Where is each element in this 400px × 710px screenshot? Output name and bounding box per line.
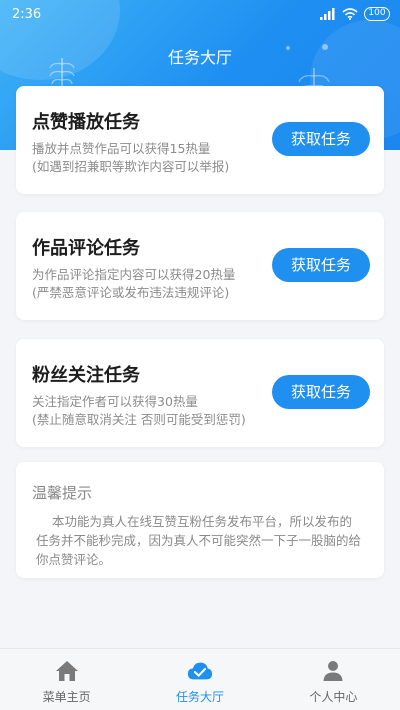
get-task-button[interactable]: 获取任务	[272, 248, 370, 282]
tab-label: 个人中心	[309, 690, 358, 704]
status-time: 2:36	[12, 6, 42, 22]
task-note: (禁止随意取消关注 否则可能受到惩罚)	[32, 412, 246, 427]
task-card-comment: 作品评论任务 为作品评论指定内容可以获得20热量 (严禁恶意评论或发布违法违规评…	[16, 212, 384, 320]
user-icon	[320, 659, 346, 683]
tab-label: 任务大厅	[175, 690, 224, 704]
wifi-icon	[342, 8, 358, 20]
tip-card: 温馨提示 本功能为真人在线互赞互粉任务发布平台，所以发布的任务并不能秒完成，因为…	[16, 462, 384, 578]
tab-task-hall[interactable]: 任务大厅	[133, 649, 266, 710]
cloud-check-icon	[187, 659, 213, 683]
task-card-follow: 粉丝关注任务 关注指定作者可以获得30热量 (禁止随意取消关注 否则可能受到惩罚…	[16, 339, 384, 447]
tab-profile[interactable]: 个人中心	[267, 649, 400, 710]
task-card-like-play: 点赞播放任务 播放并点赞作品可以获得15热量 (如遇到招兼职等欺诈内容可以举报)…	[16, 86, 384, 194]
task-note: (如遇到招兼职等欺诈内容可以举报)	[32, 159, 230, 174]
task-description: 播放并点赞作品可以获得15热量	[32, 141, 211, 156]
task-title: 点赞播放任务	[32, 112, 140, 133]
tip-title: 温馨提示	[32, 484, 93, 502]
status-bar: 2:36 100	[0, 0, 400, 28]
bottom-tab-bar: 菜单主页 任务大厅 个人中心	[0, 648, 400, 710]
task-title: 作品评论任务	[32, 238, 140, 259]
task-description: 为作品评论指定内容可以获得20热量	[32, 267, 236, 282]
task-title: 粉丝关注任务	[32, 365, 140, 386]
task-description: 关注指定作者可以获得30热量	[32, 394, 198, 409]
get-task-button[interactable]: 获取任务	[272, 375, 370, 409]
page-title: 任务大厅	[167, 48, 232, 67]
signal-icon	[320, 8, 335, 20]
tip-body: 本功能为真人在线互赞互粉任务发布平台，所以发布的任务并不能秒完成，因为真人不可能…	[36, 514, 362, 567]
home-icon	[54, 659, 80, 683]
get-task-button[interactable]: 获取任务	[272, 122, 370, 156]
tab-label: 菜单主页	[42, 690, 91, 704]
task-note: (严禁恶意评论或发布违法违规评论)	[32, 285, 230, 300]
battery-icon: 100	[364, 7, 390, 21]
status-icons: 100	[320, 7, 390, 21]
tab-home[interactable]: 菜单主页	[0, 649, 133, 710]
